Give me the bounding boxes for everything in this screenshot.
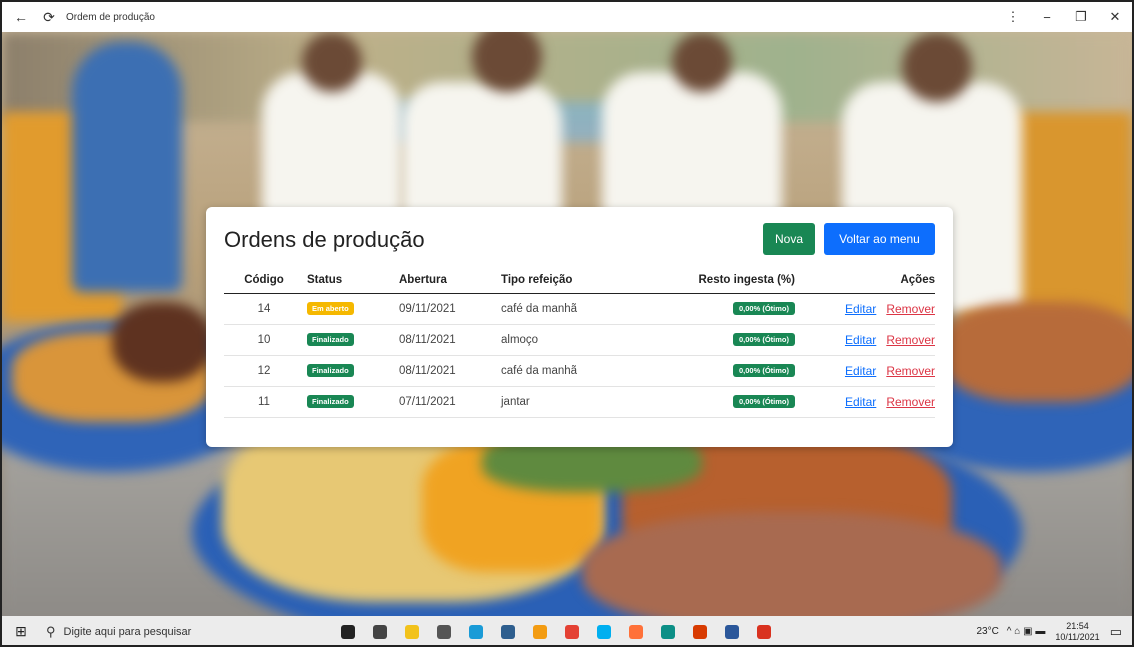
file-explorer-icon[interactable] xyxy=(396,616,428,645)
table-header-row: Código Status Abertura Tipo refeição Res… xyxy=(224,273,935,294)
status-badge: Finalizado xyxy=(307,364,354,377)
clock-date: 10/11/2021 xyxy=(1055,631,1100,642)
menu-icon[interactable]: ⋮ xyxy=(996,9,1030,25)
cell-code: 12 xyxy=(224,355,304,387)
table-row: 10 Finalizado 08/11/2021 almoço 0,00% (Ó… xyxy=(224,324,935,356)
title-bar: ← ⟳ Ordem de produção ⋮ − ❐ ✕ xyxy=(2,2,1132,32)
cell-meal-type: café da manhã xyxy=(501,355,671,387)
table-row: 11 Finalizado 07/11/2021 jantar 0,00% (Ó… xyxy=(224,386,935,418)
status-badge: Finalizado xyxy=(307,395,354,408)
remove-link[interactable]: Remover xyxy=(886,302,935,316)
rest-badge: 0,00% (Ótimo) xyxy=(732,395,795,408)
page-title: Ordens de produção xyxy=(224,227,425,252)
cortana-icon[interactable] xyxy=(332,616,364,645)
edit-link[interactable]: Editar xyxy=(845,302,876,316)
weather-label[interactable]: 23°C xyxy=(976,626,998,637)
chrome-icon[interactable] xyxy=(556,616,588,645)
chrome-icon-glyph xyxy=(565,624,579,639)
header-rest: Resto ingesta (%) xyxy=(671,273,801,294)
canary-icon[interactable] xyxy=(524,616,556,645)
remove-link[interactable]: Remover xyxy=(886,395,935,409)
cell-opening: 08/11/2021 xyxy=(399,324,501,356)
cell-meal-type: café da manhã xyxy=(501,293,671,325)
window-title: Ordem de produção xyxy=(66,11,155,23)
browser-window: ← ⟳ Ordem de produção ⋮ − ❐ ✕ Ordens de … xyxy=(0,0,1134,647)
tomato-icon-glyph xyxy=(757,624,771,639)
edit-link[interactable]: Editar xyxy=(845,333,876,347)
close-icon[interactable]: ✕ xyxy=(1098,9,1132,25)
clock[interactable]: 21:54 10/11/2021 xyxy=(1055,621,1099,643)
firefox-icon-glyph xyxy=(629,624,643,639)
minimize-icon[interactable]: − xyxy=(1030,10,1064,25)
office-icon[interactable] xyxy=(684,616,716,645)
search-app-icon-glyph xyxy=(469,624,483,639)
office-icon-glyph xyxy=(693,624,707,639)
cell-code: 10 xyxy=(224,324,304,356)
tomato-icon[interactable] xyxy=(748,616,780,645)
table-row: 14 Em aberto 09/11/2021 café da manhã 0,… xyxy=(224,293,935,325)
remove-link[interactable]: Remover xyxy=(886,333,935,347)
table-row: 12 Finalizado 08/11/2021 café da manhã 0… xyxy=(224,355,935,387)
header-code: Código xyxy=(224,273,304,294)
header-opening: Abertura xyxy=(399,273,501,294)
cell-meal-type: almoço xyxy=(501,324,671,356)
taskbar: ⊞ ⚲ Digite aqui para pesquisar 23°C ^ ⌂ … xyxy=(2,616,1132,645)
cell-opening: 07/11/2021 xyxy=(399,386,501,418)
edge-icon-glyph xyxy=(661,624,675,639)
header-actions: Ações xyxy=(801,273,935,294)
search-icon: ⚲ xyxy=(46,623,56,639)
cell-opening: 09/11/2021 xyxy=(399,293,501,325)
file-explorer-icon-glyph xyxy=(405,624,419,639)
edit-link[interactable]: Editar xyxy=(845,395,876,409)
rest-badge: 0,00% (Ótimo) xyxy=(732,364,795,377)
back-icon[interactable]: ← xyxy=(12,9,30,25)
calculator-icon[interactable] xyxy=(492,616,524,645)
orders-table: Código Status Abertura Tipo refeição Res… xyxy=(224,273,935,418)
skype-icon-glyph xyxy=(597,624,611,639)
restore-icon[interactable]: ❐ xyxy=(1064,9,1098,25)
tray-icons[interactable]: ^ ⌂ ▣ ▬ xyxy=(1007,626,1046,637)
cell-opening: 08/11/2021 xyxy=(399,355,501,387)
edge-icon[interactable] xyxy=(652,616,684,645)
rest-badge: 0,00% (Ótimo) xyxy=(732,333,795,346)
cell-code: 11 xyxy=(224,386,304,418)
calculator-icon-glyph xyxy=(501,624,515,639)
task-view-icon[interactable] xyxy=(364,616,396,645)
system-tray: 23°C ^ ⌂ ▣ ▬ 21:54 10/11/2021 ▭ xyxy=(976,616,1122,645)
taskbar-apps xyxy=(332,616,780,645)
cortana-icon-glyph xyxy=(341,624,355,639)
status-badge: Em aberto xyxy=(307,302,354,315)
search-app-icon[interactable] xyxy=(460,616,492,645)
edit-link[interactable]: Editar xyxy=(845,364,876,378)
remove-link[interactable]: Remover xyxy=(886,364,935,378)
skype-icon[interactable] xyxy=(588,616,620,645)
taskbar-search[interactable]: ⚲ Digite aqui para pesquisar xyxy=(40,616,332,645)
firefox-icon[interactable] xyxy=(620,616,652,645)
reload-icon[interactable]: ⟳ xyxy=(40,9,58,26)
rest-badge: 0,00% (Ótimo) xyxy=(732,302,795,315)
notification-icon[interactable]: ▭ xyxy=(1110,624,1122,640)
production-orders-card: Ordens de produção Nova Voltar ao menu C… xyxy=(206,207,953,447)
word-icon[interactable] xyxy=(716,616,748,645)
task-view-icon-glyph xyxy=(373,624,387,639)
cell-code: 14 xyxy=(224,293,304,325)
header-status: Status xyxy=(304,273,399,294)
settings-icon-glyph xyxy=(437,624,451,639)
canary-icon-glyph xyxy=(533,624,547,639)
search-placeholder: Digite aqui para pesquisar xyxy=(63,625,192,638)
clock-time: 21:54 xyxy=(1066,620,1089,631)
status-badge: Finalizado xyxy=(307,333,354,346)
word-icon-glyph xyxy=(725,624,739,639)
new-order-button[interactable]: Nova xyxy=(763,223,815,255)
windows-start-icon[interactable]: ⊞ xyxy=(2,623,40,640)
cell-meal-type: jantar xyxy=(501,386,671,418)
settings-icon[interactable] xyxy=(428,616,460,645)
header-meal-type: Tipo refeição xyxy=(501,273,671,294)
back-to-menu-button[interactable]: Voltar ao menu xyxy=(824,223,935,255)
